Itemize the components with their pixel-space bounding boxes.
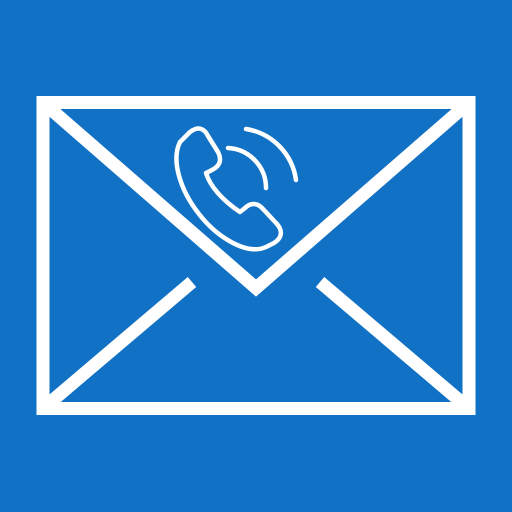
mail-phone-icon <box>0 0 512 512</box>
app-icon-tile <box>0 0 512 512</box>
icon-background <box>0 0 512 512</box>
